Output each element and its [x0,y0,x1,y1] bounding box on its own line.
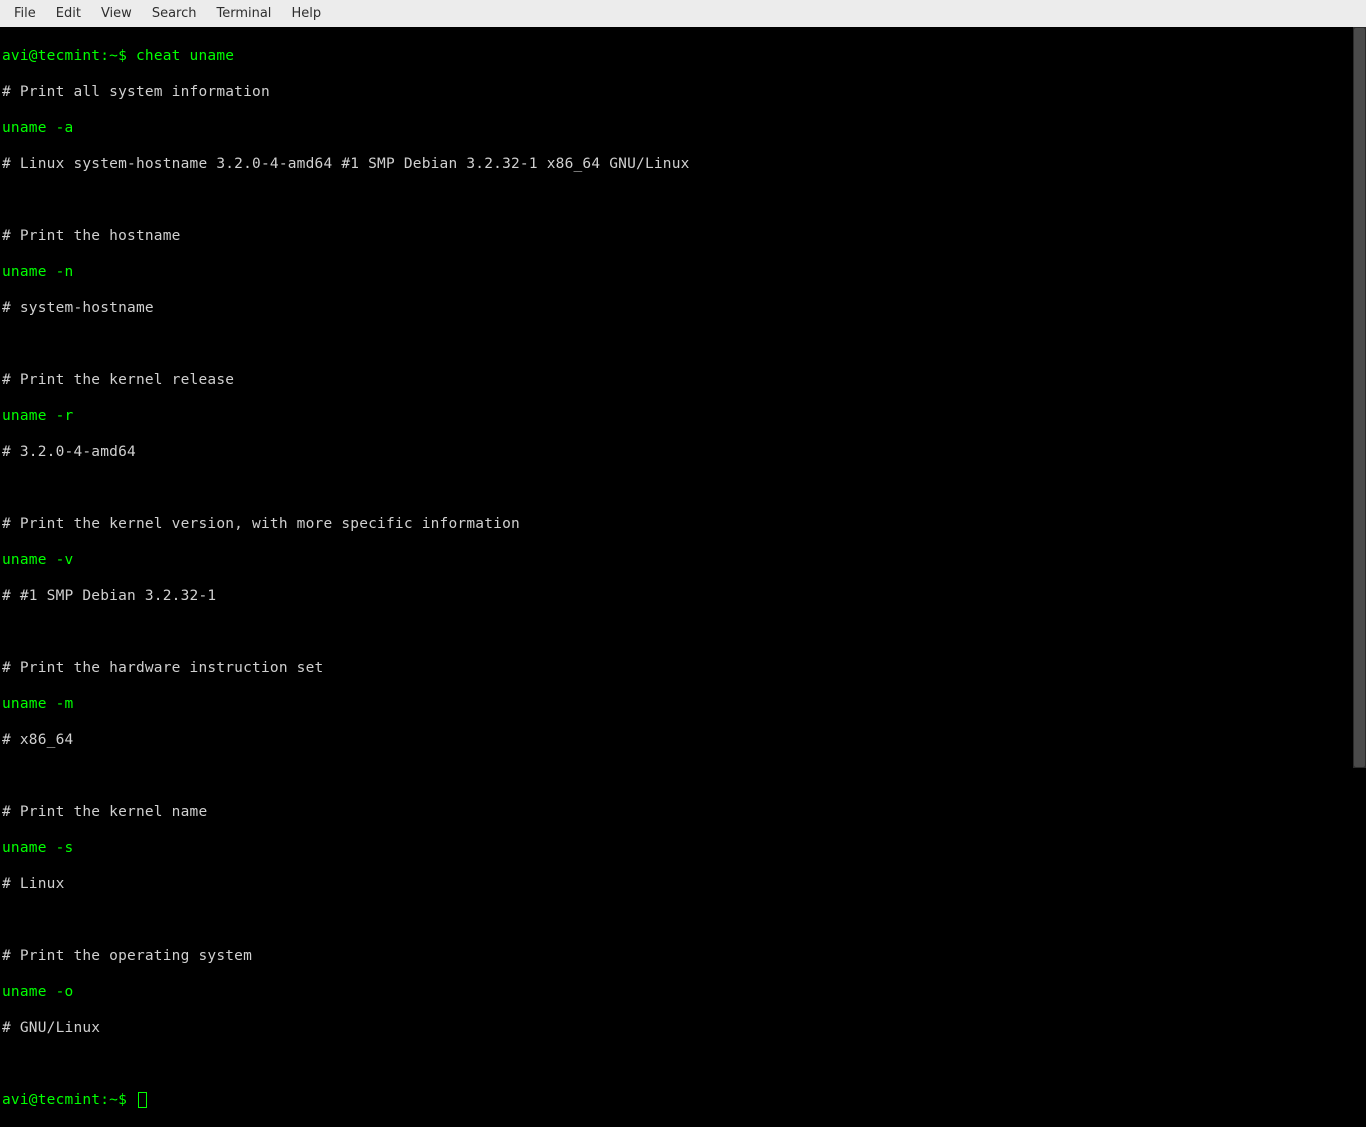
terminal-line: # x86_64 [2,731,1351,749]
terminal-line [2,191,1351,209]
terminal-line: uname -r [2,407,1351,425]
terminal-line: # Print the hostname [2,227,1351,245]
terminal-line: # system-hostname [2,299,1351,317]
terminal-line: # #1 SMP Debian 3.2.32-1 [2,587,1351,605]
cursor-icon [138,1092,147,1108]
terminal-line: # GNU/Linux [2,1019,1351,1037]
terminal-line: uname -n [2,263,1351,281]
scrollbar-thumb[interactable] [1354,28,1365,767]
prompt: avi@tecmint:~$ [2,1092,136,1108]
terminal-line: # Linux system-hostname 3.2.0-4-amd64 #1… [2,155,1351,173]
terminal-line: # Print the kernel name [2,803,1351,821]
terminal-line: # Print the operating system [2,947,1351,965]
terminal-line: # Print the kernel release [2,371,1351,389]
menu-terminal[interactable]: Terminal [206,2,281,25]
terminal-line: # Print the hardware instruction set [2,659,1351,677]
terminal-line: # Print all system information [2,83,1351,101]
terminal-line: avi@tecmint:~$ [2,1091,1351,1109]
terminal-line: # Linux [2,875,1351,893]
terminal-line: uname -m [2,695,1351,713]
terminal-line: # Print the kernel version, with more sp… [2,515,1351,533]
terminal-line: uname -a [2,119,1351,137]
menu-search[interactable]: Search [142,2,207,25]
terminal-line [2,1055,1351,1073]
command: cheat uname [136,48,234,64]
terminal-line [2,911,1351,929]
terminal-line [2,479,1351,497]
terminal-line: avi@tecmint:~$ cheat uname [2,47,1351,65]
terminal-line: uname -o [2,983,1351,1001]
menu-help[interactable]: Help [281,2,331,25]
prompt: avi@tecmint:~$ [2,48,136,64]
menu-view[interactable]: View [91,2,142,25]
terminal-line [2,767,1351,785]
terminal-area[interactable]: avi@tecmint:~$ cheat uname # Print all s… [0,27,1353,768]
menu-file[interactable]: File [4,2,46,25]
terminal-line: uname -s [2,839,1351,857]
terminal-line [2,335,1351,353]
menubar: File Edit View Search Terminal Help [0,0,1366,27]
terminal-line [2,623,1351,641]
terminal-line: uname -v [2,551,1351,569]
scrollbar[interactable] [1353,27,1366,768]
menu-edit[interactable]: Edit [46,2,91,25]
terminal-line: # 3.2.0-4-amd64 [2,443,1351,461]
